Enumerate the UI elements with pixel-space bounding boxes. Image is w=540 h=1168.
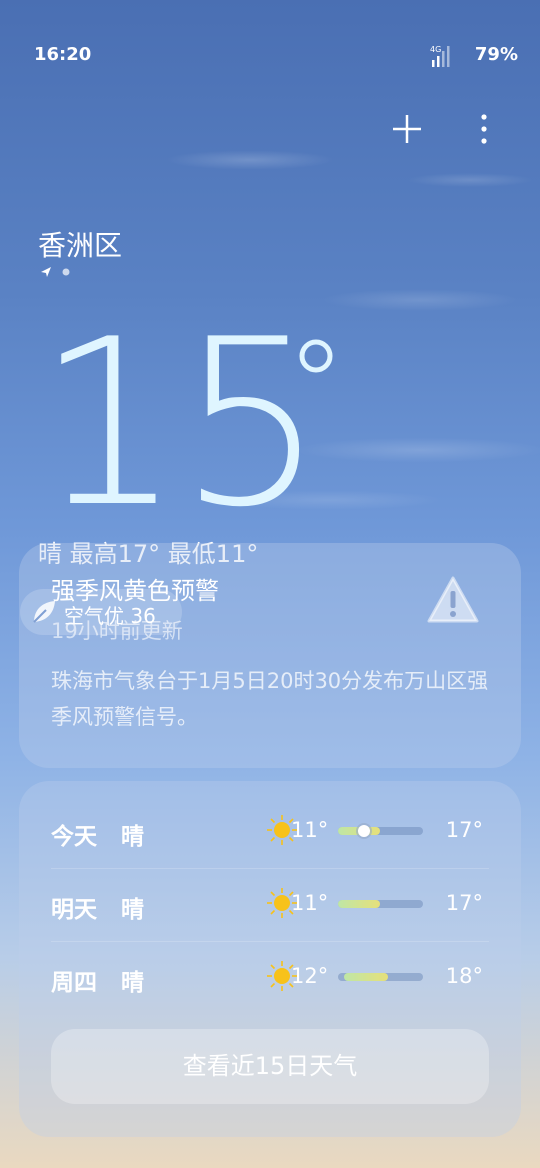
alert-card[interactable]: 强季风黄色预警 19小时前更新 珠海市气象台于1月5日20时30分发布万山区强季… [19, 543, 521, 768]
temperature-range-fill [338, 900, 380, 908]
forecast-low: 11° [291, 818, 329, 842]
forecast-low: 11° [291, 891, 329, 915]
location-indicator [41, 267, 70, 277]
city-name[interactable]: 香洲区 [38, 224, 122, 264]
forecast-low: 12° [291, 964, 329, 988]
forecast-high: 17° [445, 818, 483, 842]
forecast-day: 今天 [51, 824, 97, 850]
air-quality-label: 空气优 36 [64, 604, 156, 628]
forecast-condition: 晴 [121, 824, 144, 850]
location-arrow-icon [41, 267, 51, 277]
alert-body: 珠海市气象台于1月5日20时30分发布万山区强季风预警信号。 [51, 669, 489, 729]
temperature-range-fill [344, 973, 388, 981]
forecast-day: 明天 [51, 897, 97, 923]
forecast-row[interactable]: 明天 晴 11° 17° [51, 868, 489, 942]
degree-symbol [299, 339, 333, 373]
current-temp-marker [358, 825, 370, 837]
forecast-condition: 晴 [121, 970, 144, 996]
signal-icon: 4G [430, 45, 450, 67]
status-time: 16:20 [34, 44, 92, 65]
air-quality-badge[interactable]: 空气优 36 [20, 589, 182, 635]
page-dot [62, 268, 70, 276]
temperature-range-bar [338, 973, 423, 981]
network-type: 4G [430, 45, 441, 54]
forecast-row[interactable]: 今天 晴 11° 17° [51, 795, 489, 869]
forecast-high: 17° [445, 891, 483, 915]
battery-level: 79% [474, 44, 518, 65]
leaf-icon [33, 601, 55, 623]
view-15-day-forecast-button[interactable]: 查看近15日天气 [51, 1029, 489, 1104]
warning-icon [427, 576, 479, 623]
plus-icon[interactable] [391, 113, 423, 145]
temperature-range-bar [338, 900, 423, 908]
forecast-high: 18° [445, 964, 483, 988]
current-temperature: 15 [36, 291, 325, 558]
temperature-range-bar [338, 825, 423, 837]
more-vertical-icon[interactable] [470, 111, 498, 147]
forecast-row[interactable]: 周四 晴 12° 18° [51, 941, 489, 1014]
status-bar: 16:20 4G 79% [34, 44, 518, 68]
forecast-card: 今天 晴 11° 17° 明天 晴 11° 17° 周四 晴 12° 18° 查… [19, 781, 521, 1137]
forecast-condition: 晴 [121, 897, 144, 923]
forecast-day: 周四 [51, 970, 97, 996]
